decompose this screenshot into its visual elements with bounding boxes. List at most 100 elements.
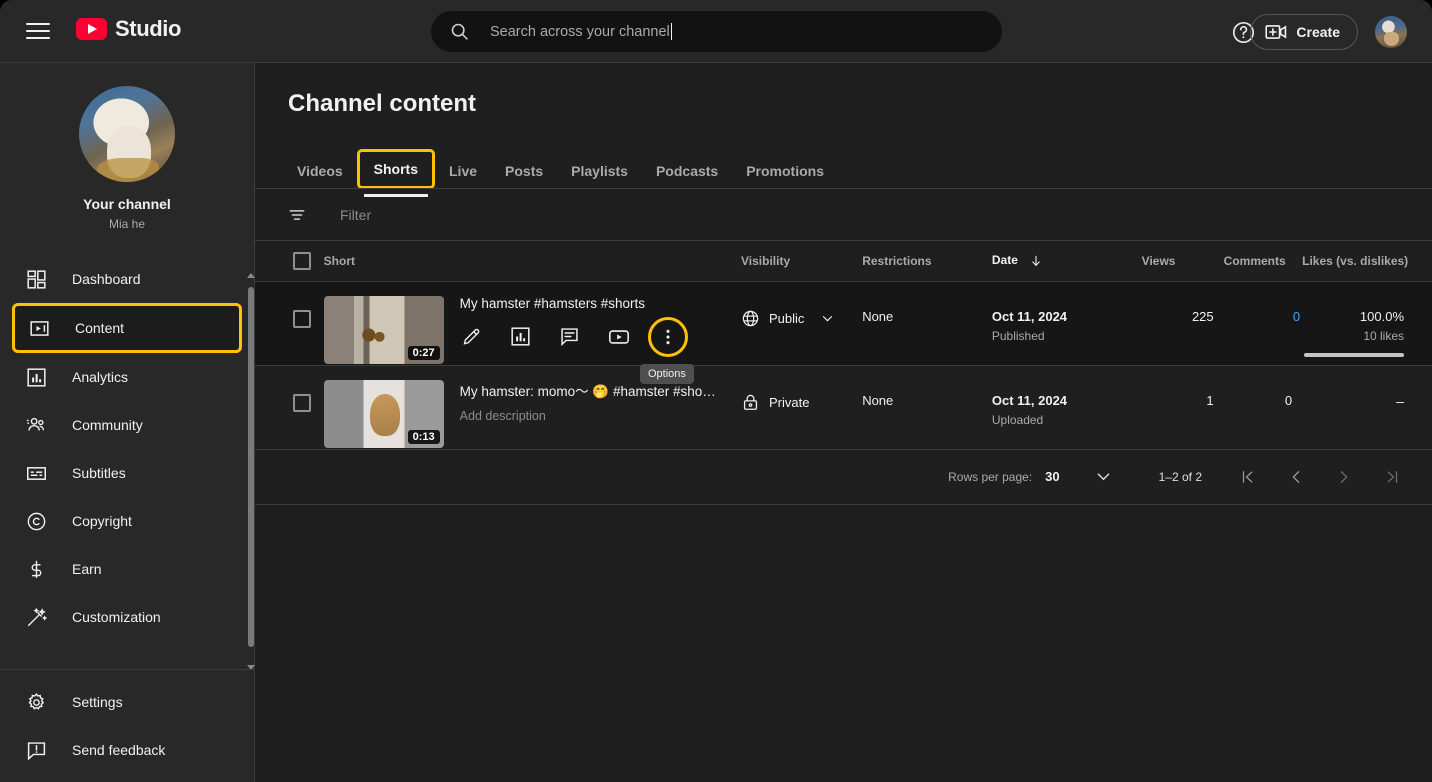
youtube-play-icon[interactable] — [607, 325, 631, 349]
short-title[interactable]: My hamster #hamsters #shorts — [460, 296, 741, 311]
date-cell: Oct 11, 2024 Published — [991, 281, 1142, 366]
visibility-label: Public — [769, 310, 805, 326]
page-title: Channel content — [288, 90, 477, 117]
short-cell: 0:27 My hamster #hamsters #shorts — [323, 281, 741, 366]
search-input[interactable]: Search across your channel — [431, 11, 1002, 52]
sidebar-divider — [0, 669, 255, 670]
account-avatar[interactable] — [1375, 16, 1407, 48]
tab-posts[interactable]: Posts — [491, 153, 557, 189]
main-content: Channel content Videos Shorts Live Posts… — [255, 63, 1432, 782]
hamburger-menu-icon[interactable] — [26, 20, 50, 42]
sidebar-item-copyright[interactable]: Copyright — [0, 497, 254, 545]
tab-shorts[interactable]: Shorts — [356, 149, 435, 197]
date-status: Published — [991, 328, 1045, 343]
sidebar-item-analytics[interactable]: Analytics — [0, 353, 254, 401]
sidebar-item-settings[interactable]: Settings — [0, 678, 255, 726]
sidebar-item-label: Earn — [72, 561, 102, 577]
sidebar-item-dashboard[interactable]: Dashboard — [0, 255, 254, 303]
options-kebab-icon[interactable] — [647, 316, 688, 357]
sidebar-item-customization[interactable]: Customization — [0, 593, 254, 641]
tab-promotions[interactable]: Promotions — [732, 153, 838, 189]
visibility-cell[interactable]: Private — [741, 365, 863, 450]
table-row[interactable]: 0:27 My hamster #hamsters #shorts Public… — [255, 281, 1432, 366]
gear-icon — [24, 690, 48, 714]
sidebar-nav: Dashboard Content Analytics Community Su… — [0, 255, 254, 641]
chevron-down-icon[interactable] — [820, 311, 835, 326]
channel-name: Mia he — [108, 217, 146, 231]
feedback-icon — [24, 738, 48, 762]
date-value: Oct 11, 2024 — [991, 392, 1068, 408]
short-description[interactable]: Add description — [460, 409, 741, 423]
search-placeholder-text: Search across your channel — [490, 23, 670, 40]
column-date[interactable]: Date — [991, 241, 1142, 282]
column-comments[interactable]: Comments — [1223, 241, 1303, 282]
first-page-button[interactable] — [1228, 457, 1268, 497]
tab-playlists[interactable]: Playlists — [557, 153, 642, 189]
sidebar-scrollbar[interactable] — [247, 271, 255, 671]
select-all-checkbox[interactable] — [293, 251, 311, 270]
community-people-icon — [24, 413, 48, 437]
column-visibility[interactable]: Visibility — [741, 241, 863, 282]
filter-bar: Filter — [255, 189, 1432, 241]
analytics-bar-icon — [24, 365, 48, 389]
next-page-button[interactable] — [1324, 457, 1364, 497]
channel-label: Your channel — [83, 196, 171, 212]
views-value: 1 — [1206, 392, 1214, 408]
filter-input[interactable]: Filter — [340, 207, 371, 223]
comments-icon[interactable] — [558, 325, 582, 349]
row-checkbox[interactable] — [293, 309, 311, 328]
create-button-label: Create — [1296, 24, 1340, 40]
short-thumbnail[interactable]: 0:27 — [323, 295, 444, 364]
filter-icon[interactable] — [285, 203, 309, 227]
row-checkbox[interactable] — [293, 393, 311, 412]
sidebar-bottom-nav: Settings Send feedback — [0, 678, 255, 774]
table-pagination-footer: Rows per page: 30 1–2 of 2 — [255, 450, 1432, 505]
short-title[interactable]: My hamster: momo〜 🤭 #hamster #sho… — [460, 380, 741, 400]
tab-podcasts[interactable]: Podcasts — [642, 153, 732, 189]
tab-videos[interactable]: Videos — [283, 153, 357, 189]
sidebar-item-label: Community — [72, 417, 143, 433]
content-tabs: Videos Shorts Live Posts Playlists Podca… — [255, 135, 1432, 197]
restrictions-value: None — [862, 392, 894, 408]
column-restrictions[interactable]: Restrictions — [862, 241, 992, 282]
row-select-cell — [255, 281, 324, 366]
youtube-logo-icon — [76, 18, 107, 40]
date-value: Oct 11, 2024 — [991, 308, 1068, 324]
channel-avatar[interactable] — [79, 86, 175, 182]
comments-value[interactable]: 0 — [1224, 282, 1302, 324]
studio-logo[interactable]: Studio — [76, 16, 181, 42]
rows-per-page-dropdown[interactable] — [1094, 467, 1113, 486]
short-thumbnail[interactable]: 0:13 — [323, 379, 444, 448]
last-page-button[interactable] — [1372, 457, 1412, 497]
sidebar-item-earn[interactable]: Earn — [0, 545, 254, 593]
column-views[interactable]: Views — [1141, 241, 1224, 282]
column-short[interactable]: Short — [323, 241, 741, 282]
table-row[interactable]: 0:13 My hamster: momo〜 🤭 #hamster #sho… … — [255, 365, 1432, 450]
sidebar-item-community[interactable]: Community — [0, 401, 254, 449]
visibility-cell[interactable]: Public — [741, 281, 863, 366]
video-plus-icon — [1265, 24, 1287, 40]
edit-pencil-icon[interactable] — [460, 325, 484, 349]
sidebar-item-send-feedback[interactable]: Send feedback — [0, 726, 255, 774]
views-cell: 1 — [1141, 365, 1224, 450]
sidebar-item-content[interactable]: Content — [12, 303, 242, 353]
comments-cell: 0 — [1223, 365, 1303, 450]
content-table: Short Visibility Restrictions Date Views… — [255, 241, 1432, 450]
globe-icon — [741, 309, 760, 328]
dashboard-grid-icon — [24, 267, 48, 291]
analytics-bar-icon[interactable] — [509, 325, 533, 349]
search-icon — [449, 21, 470, 42]
restrictions-cell: None — [862, 281, 992, 366]
comments-value: 0 — [1284, 392, 1293, 408]
lock-icon — [741, 393, 760, 412]
sidebar-item-subtitles[interactable]: Subtitles — [0, 449, 254, 497]
sidebar-item-label: Subtitles — [72, 465, 126, 481]
column-likes[interactable]: Likes (vs. dislikes) — [1302, 241, 1432, 282]
create-button[interactable]: Create — [1250, 14, 1358, 50]
likes-cell: 100.0% 10 likes — [1302, 281, 1432, 366]
tab-live[interactable]: Live — [435, 153, 491, 189]
scroll-up-arrow-icon[interactable] — [247, 271, 255, 279]
scrollbar-thumb[interactable] — [248, 287, 254, 647]
column-date-label: Date — [991, 253, 1018, 268]
previous-page-button[interactable] — [1276, 457, 1316, 497]
